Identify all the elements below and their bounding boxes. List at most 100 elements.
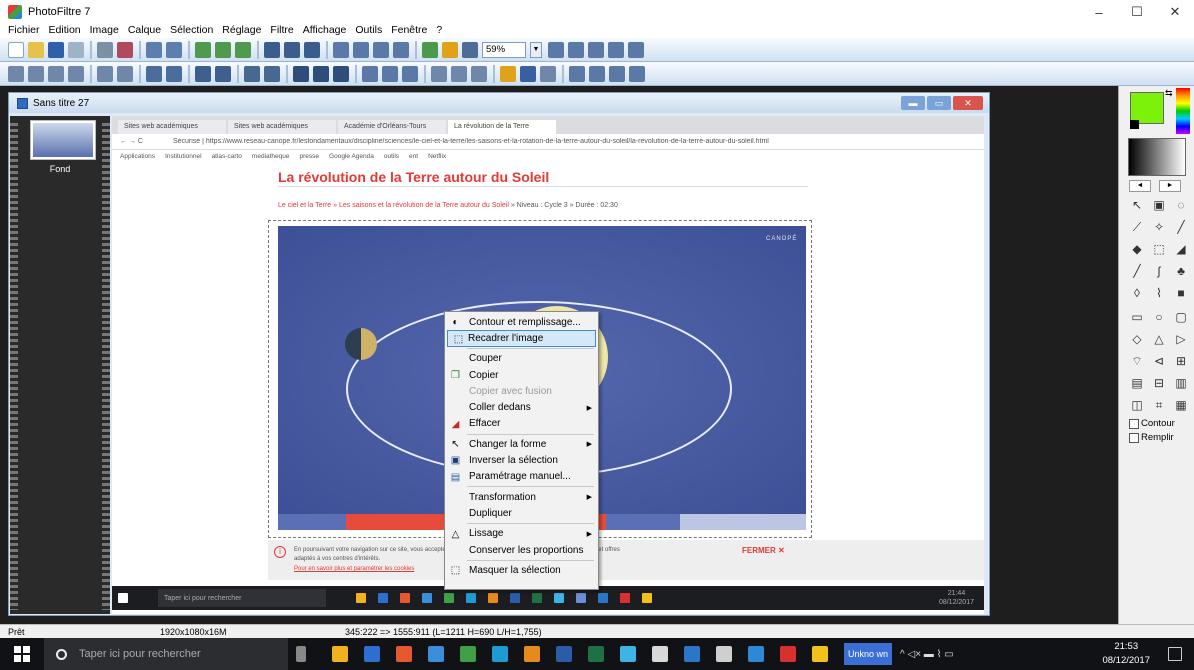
- open-icon[interactable]: [28, 41, 44, 58]
- system-tray-icons[interactable]: ^ ◁× ▬ ⌇ ▭: [900, 649, 954, 660]
- document-minimize-button[interactable]: ▬: [901, 96, 925, 110]
- app-icon[interactable]: [684, 646, 700, 662]
- menu-fichier[interactable]: Fichier: [8, 24, 40, 36]
- paste-icon[interactable]: [235, 41, 251, 58]
- outline-icon[interactable]: [353, 41, 369, 58]
- filter-icon[interactable]: [520, 65, 536, 82]
- app-icon[interactable]: [812, 646, 828, 662]
- rectangle-shape-icon[interactable]: ▭: [1128, 308, 1146, 326]
- menu-help[interactable]: ?: [436, 24, 442, 36]
- maximize-button[interactable]: ☐: [1118, 0, 1156, 24]
- automate-icon[interactable]: [442, 41, 458, 58]
- menu-item-inverser[interactable]: ▣ Inverser la sélection: [445, 452, 598, 468]
- palette-prev-button[interactable]: ◄: [1129, 180, 1151, 192]
- fullscreen-icon[interactable]: [628, 41, 644, 58]
- filter-icon[interactable]: [362, 65, 378, 82]
- undo-icon[interactable]: [146, 41, 162, 58]
- filter-icon[interactable]: [244, 65, 260, 82]
- lasso-tool-icon[interactable]: ◌: [1172, 196, 1190, 214]
- menu-outils[interactable]: Outils: [355, 24, 382, 36]
- filter-icon[interactable]: [68, 65, 84, 82]
- windows-start-icon[interactable]: [14, 646, 30, 662]
- contour-checkbox-box[interactable]: [1129, 418, 1139, 429]
- filter-icon[interactable]: [117, 65, 133, 82]
- filter-icon[interactable]: [402, 65, 418, 82]
- menu-calque[interactable]: Calque: [128, 24, 161, 36]
- text-icon[interactable]: [393, 41, 409, 58]
- pointer-tool-icon[interactable]: ↖: [1128, 196, 1146, 214]
- filter-icon[interactable]: [629, 65, 645, 82]
- outlook-icon[interactable]: [364, 646, 380, 662]
- filter-icon[interactable]: [589, 65, 605, 82]
- notification-icon[interactable]: [1168, 647, 1182, 661]
- document-maximize-button[interactable]: ▭: [927, 96, 951, 110]
- layers-icon[interactable]: [462, 41, 478, 58]
- menu-reglage[interactable]: Réglage: [222, 24, 261, 36]
- remplir-checkbox[interactable]: Remplir: [1129, 432, 1174, 443]
- document-app-icon[interactable]: [492, 646, 508, 662]
- spray-tool-icon[interactable]: ⬚: [1150, 240, 1168, 258]
- zoom-in-icon[interactable]: [548, 41, 564, 58]
- fill-tool-icon[interactable]: ◆: [1128, 240, 1146, 258]
- lasso-shape-icon[interactable]: ⌔: [1128, 352, 1146, 370]
- chrome-icon[interactable]: [428, 646, 444, 662]
- menu-fenetre[interactable]: Fenêtre: [391, 24, 427, 36]
- rounded-rect-shape-icon[interactable]: ▢: [1172, 308, 1190, 326]
- layer-thumbnail[interactable]: [30, 120, 96, 160]
- shape-option-icon[interactable]: ◫: [1128, 396, 1146, 414]
- filter-icon[interactable]: [471, 65, 487, 82]
- contour-checkbox[interactable]: Contour: [1129, 418, 1175, 429]
- menu-edition[interactable]: Edition: [49, 24, 81, 36]
- fit-window-icon[interactable]: [608, 41, 624, 58]
- menu-item-masquer[interactable]: ⬚ Masquer la sélection: [445, 562, 598, 578]
- menu-item-parametrage[interactable]: ▤ Paramétrage manuel...: [445, 469, 598, 485]
- brush-tool-icon[interactable]: ╱: [1128, 262, 1146, 280]
- excel-icon[interactable]: [588, 646, 604, 662]
- filter-icon[interactable]: [569, 65, 585, 82]
- filter-icon[interactable]: [146, 65, 162, 82]
- selection-icon[interactable]: [373, 41, 389, 58]
- opera-icon[interactable]: [780, 646, 796, 662]
- menu-item-copier[interactable]: ❐ Copier: [445, 367, 598, 383]
- edge-icon[interactable]: [748, 646, 764, 662]
- menu-item-conserver[interactable]: Conserver les proportions: [445, 542, 598, 558]
- remplir-checkbox-box[interactable]: [1129, 432, 1139, 443]
- menu-selection[interactable]: Sélection: [170, 24, 213, 36]
- filter-icon[interactable]: [264, 65, 280, 82]
- gradient-preview[interactable]: [1128, 138, 1186, 176]
- menu-item-transformation[interactable]: Transformation ▶: [445, 489, 598, 505]
- image-size-icon[interactable]: [264, 41, 280, 58]
- close-button[interactable]: ✕: [1156, 0, 1194, 24]
- magic-wand-tool-icon[interactable]: ✧: [1150, 218, 1168, 236]
- cut-icon[interactable]: [195, 41, 211, 58]
- filter-icon[interactable]: [313, 65, 329, 82]
- mic-icon[interactable]: [296, 646, 306, 662]
- color-spectrum[interactable]: [1176, 88, 1190, 134]
- menu-item-dupliquer[interactable]: Dupliquer: [445, 505, 598, 521]
- palette-next-button[interactable]: ►: [1159, 180, 1181, 192]
- filter-icon[interactable]: [293, 65, 309, 82]
- print-icon[interactable]: [97, 41, 113, 58]
- filter-icon[interactable]: [500, 65, 516, 82]
- clone-tool-icon[interactable]: ■: [1172, 284, 1190, 302]
- blur-tool-icon[interactable]: ◊: [1128, 284, 1146, 302]
- polygon-shape-icon[interactable]: ⊲: [1150, 352, 1168, 370]
- scan-icon[interactable]: [68, 41, 84, 58]
- photofiltre-task-icon[interactable]: [620, 646, 636, 662]
- filter-icon[interactable]: [382, 65, 398, 82]
- load-shape-icon[interactable]: ⊞: [1172, 352, 1190, 370]
- document-app-icon[interactable]: [460, 646, 476, 662]
- zoom-dropdown-icon[interactable]: ▼: [530, 41, 542, 58]
- calendar-icon[interactable]: [716, 646, 732, 662]
- ellipse-shape-icon[interactable]: ○: [1150, 308, 1168, 326]
- app-icon[interactable]: [652, 646, 668, 662]
- menu-item-couper[interactable]: Couper: [445, 351, 598, 367]
- zoom-out-icon[interactable]: [568, 41, 584, 58]
- filter-icon[interactable]: [431, 65, 447, 82]
- redo-icon[interactable]: [166, 41, 182, 58]
- firefox-icon[interactable]: [396, 646, 412, 662]
- shape-option-icon[interactable]: ⌗: [1150, 396, 1168, 414]
- mail-icon[interactable]: [117, 41, 133, 58]
- background-color[interactable]: [1130, 120, 1139, 129]
- menu-item-effacer[interactable]: ◢ Effacer: [445, 416, 598, 432]
